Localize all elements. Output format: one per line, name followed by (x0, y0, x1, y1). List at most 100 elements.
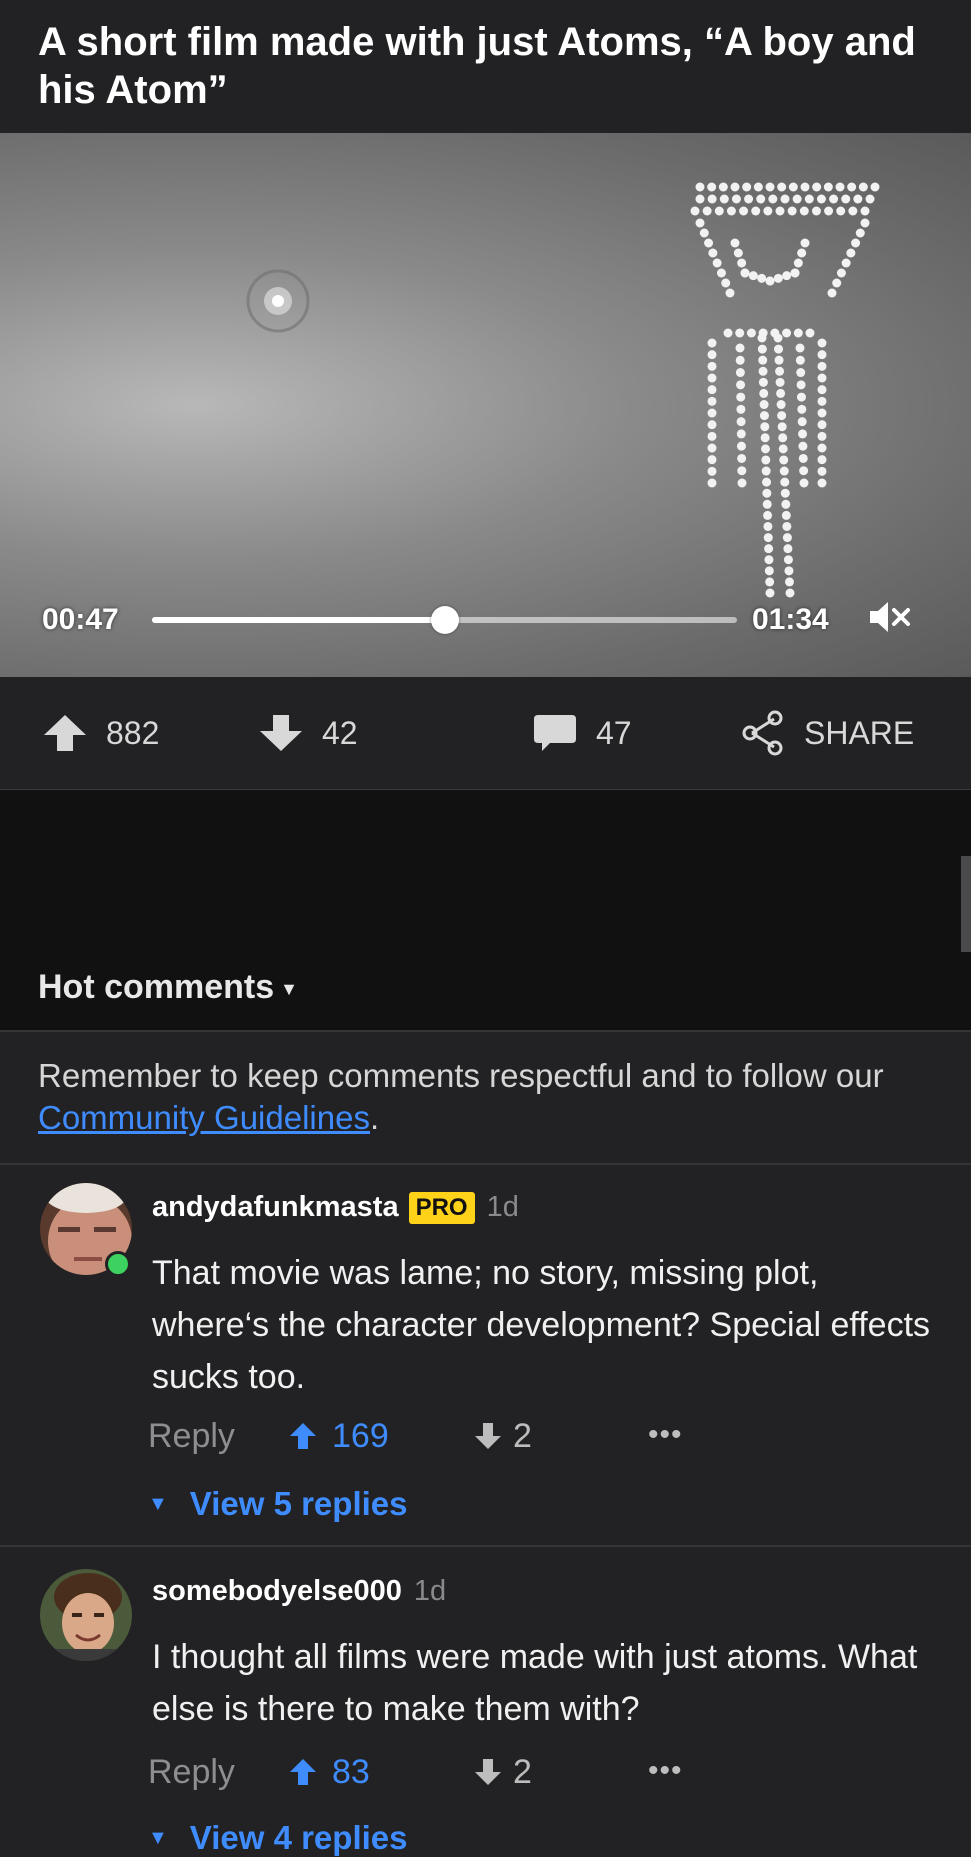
avatar[interactable] (40, 1569, 132, 1661)
atom-dot (811, 206, 821, 216)
atom-dot (780, 194, 790, 204)
comment-upvote-button[interactable]: 83 (288, 1753, 370, 1792)
atom-dot (714, 206, 724, 216)
atom-dot (736, 429, 746, 439)
atom-dot (758, 366, 768, 376)
divider (0, 1030, 971, 1032)
atom-dot (799, 466, 809, 476)
atom-dot (707, 385, 717, 395)
atom-dot (707, 455, 717, 465)
atom-dot (870, 182, 880, 192)
view-replies-button[interactable]: ▼ View 4 replies (148, 1819, 408, 1857)
atom-dot (775, 206, 785, 216)
atom-dot (796, 380, 806, 390)
atom-dot (765, 182, 775, 192)
atom-dot (759, 388, 769, 398)
atom-dot (799, 478, 809, 488)
atom-dot (805, 328, 815, 338)
atom-dot (737, 466, 747, 476)
more-options-icon[interactable]: ••• (648, 1418, 683, 1452)
atom-dot (746, 328, 756, 338)
downvote-button[interactable]: 42 (258, 713, 358, 753)
community-guidelines-link[interactable]: Community Guidelines (38, 1099, 370, 1136)
atom-dot (718, 182, 728, 192)
atom-dot (796, 368, 806, 378)
atom-dot (762, 499, 772, 509)
username[interactable]: somebodyelse000 (152, 1575, 402, 1608)
post-action-bar: 882 42 47 SHARE (0, 677, 971, 790)
atom-dot (719, 194, 729, 204)
atom-dot (784, 566, 794, 576)
comment-downvote-button[interactable]: 2 (473, 1753, 532, 1792)
seek-bar-played (152, 617, 445, 623)
atom-dot (841, 194, 851, 204)
reply-button[interactable]: Reply (148, 1417, 235, 1456)
video-player[interactable]: 00:47 01:34 (0, 133, 971, 677)
reply-button[interactable]: Reply (148, 1753, 235, 1792)
atom-dot (841, 258, 851, 268)
atom-dot (798, 429, 808, 439)
atom-dot (804, 194, 814, 204)
atom-dot (707, 478, 717, 488)
upvote-count: 882 (106, 714, 160, 751)
comment-item: andydafunkmasta PRO 1d That movie was la… (0, 1163, 971, 1545)
atom-dot (788, 182, 798, 192)
atom-dot (737, 478, 747, 488)
atom-dot (783, 544, 793, 554)
atom-dot (731, 194, 741, 204)
atom-dot (817, 350, 827, 360)
atom-dot (763, 521, 773, 531)
atom-dot (785, 588, 795, 598)
atom-dot (777, 411, 787, 421)
atom-dot (858, 182, 868, 192)
atom-dot (707, 182, 717, 192)
scrollbar-thumb[interactable] (961, 856, 971, 952)
comment-upvote-button[interactable]: 169 (288, 1417, 389, 1456)
more-options-icon[interactable]: ••• (648, 1754, 683, 1788)
comment-downvote-button[interactable]: 2 (473, 1417, 532, 1456)
atom-dot (817, 455, 827, 465)
atom-dot (823, 182, 833, 192)
atom-dot (795, 355, 805, 365)
upvote-button[interactable]: 882 (42, 713, 159, 753)
comments-button[interactable]: 47 (532, 713, 632, 753)
atom-dot (699, 228, 709, 238)
atom-dot (778, 444, 788, 454)
atom-dot (735, 343, 745, 353)
atom-dot (860, 206, 870, 216)
arrow-up-icon (290, 1423, 316, 1449)
atom-dot (774, 355, 784, 365)
atom-dot (751, 206, 761, 216)
atom-dot (832, 278, 842, 288)
seek-handle[interactable] (430, 606, 459, 634)
atom-dot (773, 273, 783, 283)
atom-dot (798, 453, 808, 463)
arrow-up-icon (290, 1759, 316, 1785)
atom-dot (726, 206, 736, 216)
atom-dot (778, 433, 788, 443)
atom-dot (851, 238, 861, 248)
atom-dot (848, 206, 858, 216)
seek-bar[interactable] (152, 606, 737, 634)
atom-dot (782, 521, 792, 531)
comment-sort-dropdown[interactable]: Hot comments ▼ (38, 968, 298, 1007)
atom-dot (737, 258, 747, 268)
atom-dot (735, 328, 745, 338)
atom-dot (765, 588, 775, 598)
atom-dot (704, 238, 714, 248)
atom-dot (836, 268, 846, 278)
atom-dot (760, 422, 770, 432)
comment-upvote-count: 83 (332, 1752, 370, 1791)
atom-dot (760, 433, 770, 443)
share-button[interactable]: SHARE (740, 710, 914, 756)
comment-age: 1d (413, 1575, 447, 1607)
atom-dot (690, 206, 700, 216)
atom-dot (760, 444, 770, 454)
current-time: 00:47 (42, 603, 119, 636)
atom-dot (757, 333, 767, 343)
comment-sort-label: Hot comments (38, 968, 275, 1006)
atom-dot (725, 288, 735, 298)
atom-dot (707, 350, 717, 360)
view-replies-button[interactable]: ▼ View 5 replies (148, 1485, 408, 1523)
username[interactable]: andydafunkmasta (152, 1191, 399, 1224)
